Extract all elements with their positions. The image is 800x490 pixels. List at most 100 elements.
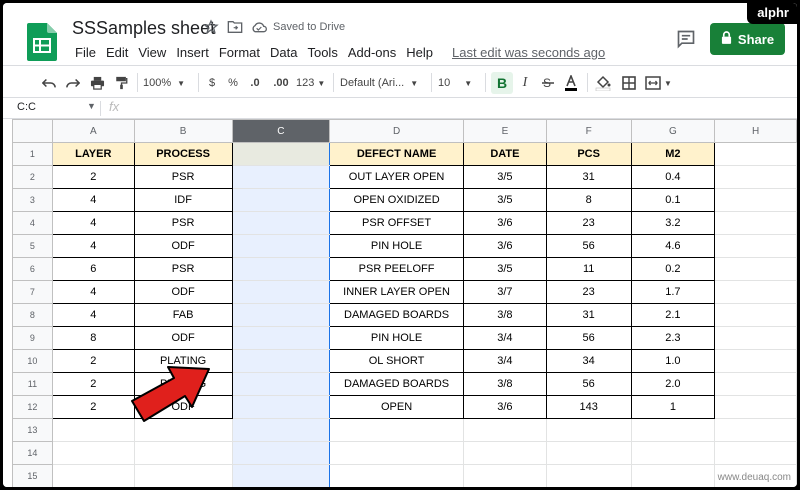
cell[interactable]: 3/4 (463, 349, 547, 373)
undo-icon[interactable] (39, 72, 59, 94)
row-header[interactable]: 8 (12, 303, 53, 327)
cell[interactable]: 2 (51, 395, 135, 419)
cell[interactable]: 0.1 (630, 188, 716, 212)
star-icon[interactable] (203, 19, 219, 35)
cell[interactable]: 6 (51, 257, 135, 281)
cell[interactable] (133, 464, 233, 487)
cell[interactable]: ODF (133, 326, 233, 350)
cell[interactable]: 1.7 (630, 280, 716, 304)
cell[interactable]: 3/7 (463, 280, 547, 304)
cell[interactable]: 4 (51, 280, 135, 304)
menu-view[interactable]: View (133, 44, 171, 62)
cell[interactable]: 2.3 (630, 326, 716, 350)
menu-addons[interactable]: Add-ons (343, 44, 401, 62)
strikethrough-icon[interactable]: S (539, 72, 557, 94)
row-header[interactable]: 11 (12, 372, 53, 396)
percent-format-button[interactable]: % (225, 72, 241, 94)
header-cell[interactable]: M2 (630, 142, 716, 166)
menu-tools[interactable]: Tools (302, 44, 342, 62)
column-header[interactable]: G (630, 119, 716, 143)
cell[interactable] (714, 165, 797, 189)
last-edit-link[interactable]: Last edit was seconds ago (452, 44, 605, 62)
cell[interactable]: OPEN (329, 395, 465, 419)
cell[interactable] (714, 257, 797, 281)
cell[interactable]: OUT LAYER OPEN (329, 165, 465, 189)
redo-icon[interactable] (63, 72, 83, 94)
cell[interactable] (630, 464, 716, 487)
selected-column-cell[interactable] (231, 234, 331, 258)
cell[interactable] (714, 395, 797, 419)
column-header-selected[interactable]: C (231, 119, 331, 143)
cell[interactable] (463, 441, 547, 465)
cell[interactable] (133, 441, 233, 465)
cell[interactable]: 56 (545, 326, 632, 350)
move-folder-icon[interactable] (227, 20, 243, 34)
row-header[interactable]: 7 (12, 280, 53, 304)
borders-icon[interactable] (619, 72, 639, 94)
header-cell[interactable]: PROCESS (133, 142, 233, 166)
cell[interactable]: 4 (51, 303, 135, 327)
column-header[interactable]: F (545, 119, 632, 143)
cell[interactable]: 4 (51, 188, 135, 212)
cell[interactable]: DAMAGED BOARDS (329, 372, 465, 396)
cell[interactable]: 4 (51, 211, 135, 235)
cell[interactable]: 8 (51, 326, 135, 350)
cell[interactable] (714, 349, 797, 373)
chevron-down-icon[interactable]: ▼ (87, 101, 96, 111)
cell[interactable] (714, 280, 797, 304)
comment-history-icon[interactable] (676, 29, 696, 49)
font-family-select[interactable]: Default (Ari... ▼ (340, 72, 428, 94)
cell[interactable] (545, 418, 632, 442)
cell[interactable]: 3.2 (630, 211, 716, 235)
cell[interactable]: 11 (545, 257, 632, 281)
cell[interactable]: 8 (545, 188, 632, 212)
cell[interactable]: PSR OFFSET (329, 211, 465, 235)
header-cell[interactable]: PCS (545, 142, 632, 166)
cell[interactable]: 3/8 (463, 372, 547, 396)
cell[interactable]: OL SHORT (329, 349, 465, 373)
cell[interactable] (714, 211, 797, 235)
cell[interactable]: ODF (133, 234, 233, 258)
cell[interactable]: 3/6 (463, 234, 547, 258)
cell[interactable] (714, 234, 797, 258)
cell[interactable]: ODF (133, 280, 233, 304)
menu-data[interactable]: Data (265, 44, 302, 62)
document-title[interactable]: SSSamples sheet (72, 18, 215, 39)
row-header[interactable]: 2 (12, 165, 53, 189)
row-header[interactable]: 13 (12, 418, 53, 442)
cell[interactable]: 4.6 (630, 234, 716, 258)
text-color-icon[interactable] (561, 72, 581, 94)
cell[interactable]: PSR (133, 211, 233, 235)
merge-cells-icon[interactable]: ▼ (645, 72, 673, 94)
selected-column-cell[interactable] (231, 326, 331, 350)
cell[interactable] (545, 441, 632, 465)
cell[interactable]: 4 (51, 234, 135, 258)
selected-column-cell[interactable] (231, 257, 331, 281)
cell[interactable] (329, 441, 465, 465)
cell[interactable] (329, 464, 465, 487)
print-icon[interactable] (87, 72, 107, 94)
cell[interactable] (714, 372, 797, 396)
cloud-saved-icon[interactable] (251, 21, 267, 33)
cell[interactable] (714, 303, 797, 327)
selected-column-cell[interactable] (231, 303, 331, 327)
cell[interactable]: 0.4 (630, 165, 716, 189)
cell[interactable]: 31 (545, 165, 632, 189)
menu-file[interactable]: File (70, 44, 101, 62)
cell[interactable]: PSR PEELOFF (329, 257, 465, 281)
cell[interactable]: PIN HOLE (329, 234, 465, 258)
cell[interactable]: 3/6 (463, 211, 547, 235)
cell[interactable]: 3/4 (463, 326, 547, 350)
row-header[interactable]: 1 (12, 142, 53, 166)
cell[interactable] (329, 418, 465, 442)
cell[interactable]: 56 (545, 234, 632, 258)
cell[interactable]: 3/5 (463, 188, 547, 212)
header-cell[interactable]: LAYER (51, 142, 135, 166)
row-header[interactable]: 3 (12, 188, 53, 212)
cell[interactable] (630, 441, 716, 465)
cell[interactable] (463, 418, 547, 442)
menu-insert[interactable]: Insert (171, 44, 214, 62)
bold-button[interactable]: B (491, 72, 513, 94)
select-all-corner[interactable] (12, 119, 53, 143)
cell[interactable]: DAMAGED BOARDS (329, 303, 465, 327)
